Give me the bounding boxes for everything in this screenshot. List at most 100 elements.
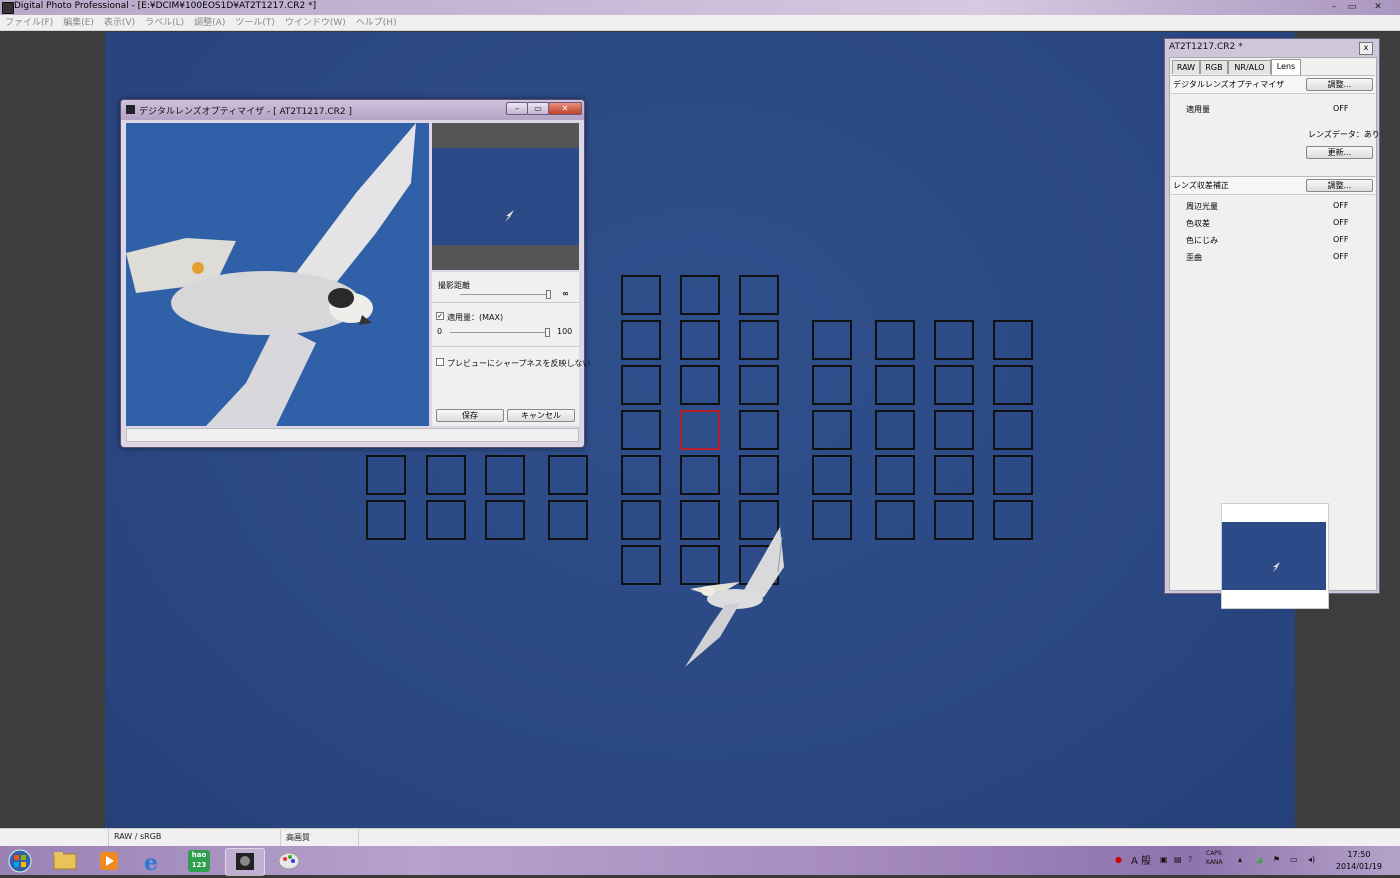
falcon-mini (1273, 562, 1280, 572)
palette-body: RAW RGB NR/ALO Lens デジタルレンズオプティマイザ 調整...… (1169, 57, 1380, 609)
tab-nr-alo[interactable]: NR/ALO (1228, 60, 1271, 74)
af-point (680, 365, 720, 405)
af-point (934, 365, 974, 405)
ime-dictionary-icon[interactable]: ▤ (1174, 855, 1182, 864)
menu-view[interactable]: 表示(V) (99, 15, 140, 31)
tool-palette: AT2T1217.CR2 * x RAW RGB NR/ALO Lens デジタ… (1164, 38, 1380, 609)
af-point (739, 410, 779, 450)
tab-raw[interactable]: RAW (1172, 60, 1200, 74)
menu-adjust[interactable]: 調整(A) (189, 15, 230, 31)
divider (432, 346, 579, 347)
dlo-minimize-button[interactable]: – (506, 102, 528, 115)
infinity-label: ∞ (562, 289, 569, 298)
clock-date: 2014/01/19 (1335, 862, 1382, 871)
af-point (875, 365, 915, 405)
af-point (993, 365, 1033, 405)
taskbar-paint[interactable] (270, 848, 308, 874)
af-point (739, 365, 779, 405)
af-point (993, 455, 1033, 495)
taskbar-media-player[interactable] (90, 848, 128, 874)
menu-tools[interactable]: ツール(T) (230, 15, 280, 31)
start-button[interactable] (2, 848, 38, 874)
af-point (426, 500, 466, 540)
taskbar-hao123[interactable]: hao 123 (180, 848, 218, 874)
taskbar-explorer[interactable] (46, 848, 84, 874)
distance-slider-track[interactable] (460, 294, 550, 295)
taskbar-internet-explorer[interactable]: e (134, 848, 172, 876)
palette-close-button[interactable]: x (1359, 42, 1373, 55)
tray-expand-icon[interactable]: ▴ (1238, 855, 1242, 864)
sharpness-label: プレビューにシャープネスを反映しない (447, 359, 591, 368)
dlo-dialog: デジタルレンズオプティマイザ - [ AT2T1217.CR2 ] – ▭ ✕ … (120, 99, 591, 448)
divider (432, 302, 579, 303)
action-center-icon[interactable]: ⚑ (1273, 855, 1280, 864)
ime-mode-indicator[interactable]: A 般 (1131, 852, 1151, 867)
apply-label: 適用量：(MAX) (447, 313, 504, 322)
af-point (812, 500, 852, 540)
dlo-close-button[interactable]: ✕ (548, 102, 582, 115)
color-blur-value: OFF (1333, 235, 1349, 244)
network-icon[interactable]: ▭ (1290, 855, 1298, 864)
af-point (485, 455, 525, 495)
menu-window[interactable]: ウインドウ(W) (280, 15, 351, 31)
menu-help[interactable]: ヘルプ(H) (351, 15, 402, 31)
windows-orb-icon (8, 849, 32, 873)
aberration-adjust-button[interactable]: 調整... (1306, 179, 1373, 192)
paint-icon (278, 852, 300, 870)
palette-title: AT2T1217.CR2 * (1169, 42, 1243, 52)
menu-file[interactable]: ファイル(F) (0, 15, 58, 31)
apply-slider-thumb[interactable] (545, 328, 550, 337)
falcon-image (685, 527, 784, 667)
af-point (993, 410, 1033, 450)
sharpness-checkbox[interactable] (436, 358, 444, 366)
taskbar-dpp[interactable] (225, 848, 265, 876)
volume-icon[interactable]: ◂) (1308, 855, 1315, 864)
menu-label[interactable]: ラベル(L) (140, 15, 189, 31)
af-point-selected (680, 410, 720, 450)
nvidia-icon[interactable]: ◢ (1256, 855, 1262, 864)
help-icon[interactable]: ? (1188, 855, 1192, 864)
status-quality: 高画質 (286, 833, 310, 842)
dlo-navigator[interactable] (432, 123, 579, 270)
minimize-button[interactable]: – (1325, 1, 1343, 13)
palette-thumbnail-sky (1222, 522, 1326, 590)
system-clock[interactable]: 17:50 2014/01/19 (1336, 849, 1382, 873)
ime-tools-icon[interactable]: ▣ (1160, 855, 1168, 864)
af-point (739, 275, 779, 315)
tab-rgb[interactable]: RGB (1200, 60, 1228, 74)
apply-checkbox[interactable]: ✓ (436, 312, 444, 320)
tab-lens[interactable]: Lens (1271, 59, 1301, 75)
aberration-section-header: レンズ収差補正 調整... (1171, 176, 1375, 195)
af-point (812, 320, 852, 360)
distance-slider-thumb[interactable] (546, 290, 551, 299)
kana-indicator: KANA (1206, 859, 1223, 866)
dlo-adjust-button[interactable]: 調整... (1306, 78, 1373, 91)
cancel-button[interactable]: キャンセル (507, 409, 575, 422)
caps-indicator: CAPS (1206, 850, 1222, 857)
af-point (875, 320, 915, 360)
af-point (366, 455, 406, 495)
falcon-closeup (126, 123, 429, 426)
af-point (812, 365, 852, 405)
af-point (934, 455, 974, 495)
dlo-preview-image[interactable] (126, 123, 429, 426)
svg-text:e: e (144, 850, 158, 874)
status-separator (280, 829, 281, 847)
apply-slider-track[interactable] (450, 332, 550, 333)
palette-thumbnail[interactable] (1221, 503, 1329, 609)
af-point (875, 455, 915, 495)
af-point (548, 455, 588, 495)
af-point (680, 455, 720, 495)
update-button[interactable]: 更新... (1306, 146, 1373, 159)
dlo-section-header: デジタルレンズオプティマイザ 調整... (1171, 75, 1375, 94)
maximize-button[interactable]: ▭ (1343, 1, 1361, 13)
af-point (934, 410, 974, 450)
apply-amount-value: OFF (1333, 104, 1349, 113)
dlo-maximize-button[interactable]: ▭ (527, 102, 549, 115)
save-button[interactable]: 保存 (436, 409, 504, 422)
af-point (621, 410, 661, 450)
tray-alert-icon[interactable]: ● (1115, 855, 1122, 864)
menu-edit[interactable]: 編集(E) (58, 15, 99, 31)
close-button[interactable]: ✕ (1362, 1, 1394, 13)
af-point (680, 320, 720, 360)
